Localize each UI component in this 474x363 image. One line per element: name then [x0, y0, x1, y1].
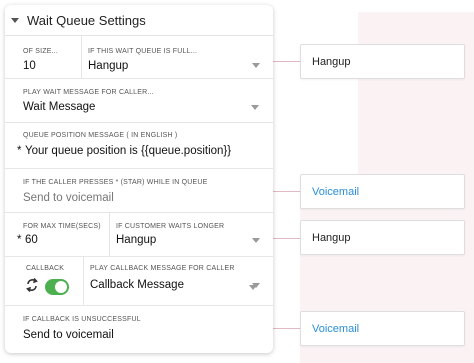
side-node-hangup[interactable]: Hangup	[300, 220, 465, 255]
star-press-label: IF THE CALLER PRESSES * (STAR) WHILE IN …	[23, 179, 208, 186]
chevron-down-icon[interactable]	[249, 285, 257, 290]
wait-queue-settings-panel: Wait Queue Settings OF SIZE... 10 IF THI…	[5, 5, 273, 353]
required-marker: *	[17, 145, 22, 157]
queue-size-row: OF SIZE... 10 IF THIS WAIT QUEUE IS FULL…	[5, 36, 273, 79]
wait-message-label: PLAY WAIT MESSAGE FOR CALLER...	[23, 89, 154, 96]
max-time-field[interactable]: FOR MAX TIME(SECS) * 60	[5, 213, 109, 256]
sync-icon	[26, 277, 38, 293]
callback-message-value: Callback Message	[90, 279, 184, 291]
side-node-hangup[interactable]: Hangup	[300, 44, 465, 79]
callback-fail-label: IF CALLBACK IS UNSUCCESSFUL	[23, 316, 141, 323]
panel-header[interactable]: Wait Queue Settings	[5, 5, 273, 36]
side-node-voicemail[interactable]: Voicemail	[300, 174, 465, 209]
callback-row: CALLBACK PLAY CALLBACK MESSAGE FOR CALLE…	[5, 257, 273, 306]
queue-full-select[interactable]: IF THIS WAIT QUEUE IS FULL... Hangup	[81, 36, 273, 78]
queue-size-value[interactable]: 10	[23, 60, 36, 72]
position-message-row[interactable]: QUEUE POSITION MESSAGE ( IN ENGLISH ) * …	[5, 123, 273, 169]
max-time-label: FOR MAX TIME(SECS)	[23, 223, 101, 230]
connector-line	[273, 238, 300, 239]
connector-line	[273, 191, 300, 192]
customer-waits-select[interactable]: IF CUSTOMER WAITS LONGER Hangup	[109, 213, 273, 256]
callback-fail-row[interactable]: IF CALLBACK IS UNSUCCESSFUL Send to voic…	[5, 306, 273, 352]
chevron-down-icon[interactable]	[252, 238, 260, 243]
caret-down-icon[interactable]	[11, 17, 19, 23]
queue-full-value: Hangup	[88, 60, 129, 72]
star-press-row[interactable]: IF THE CALLER PRESSES * (STAR) WHILE IN …	[5, 169, 273, 213]
connector-line	[273, 61, 300, 62]
max-time-value[interactable]: 60	[25, 234, 38, 246]
wait-message-row[interactable]: PLAY WAIT MESSAGE FOR CALLER... Wait Mes…	[5, 79, 273, 123]
panel-title: Wait Queue Settings	[27, 12, 146, 28]
callback-fail-value: Send to voicemail	[23, 329, 114, 341]
position-message-label: QUEUE POSITION MESSAGE ( IN ENGLISH )	[23, 132, 178, 139]
callback-label: CALLBACK	[26, 265, 65, 272]
star-press-value: Send to voicemail	[23, 192, 114, 204]
max-time-row: FOR MAX TIME(SECS) * 60 IF CUSTOMER WAIT…	[5, 213, 273, 257]
chevron-down-icon[interactable]	[252, 63, 260, 68]
customer-waits-label: IF CUSTOMER WAITS LONGER	[116, 223, 225, 230]
callback-message-select[interactable]: PLAY CALLBACK MESSAGE FOR CALLER Callbac…	[83, 257, 273, 305]
chevron-down-icon[interactable]	[251, 105, 259, 110]
customer-waits-value: Hangup	[116, 234, 157, 246]
side-node-voicemail[interactable]: Voicemail	[300, 311, 465, 346]
callback-field: CALLBACK	[5, 257, 83, 305]
queue-size-label: OF SIZE...	[23, 48, 59, 55]
connector-line	[273, 328, 300, 329]
callback-message-label: PLAY CALLBACK MESSAGE FOR CALLER	[90, 265, 235, 272]
wait-message-value: Wait Message	[23, 101, 96, 113]
position-message-value[interactable]: Your queue position is {{queue.position}…	[25, 145, 231, 157]
toggle-knob	[55, 281, 67, 293]
queue-full-label: IF THIS WAIT QUEUE IS FULL...	[88, 48, 198, 55]
callback-toggle[interactable]	[45, 279, 69, 295]
queue-size-field[interactable]: OF SIZE... 10	[5, 36, 81, 78]
required-marker: *	[17, 234, 22, 246]
